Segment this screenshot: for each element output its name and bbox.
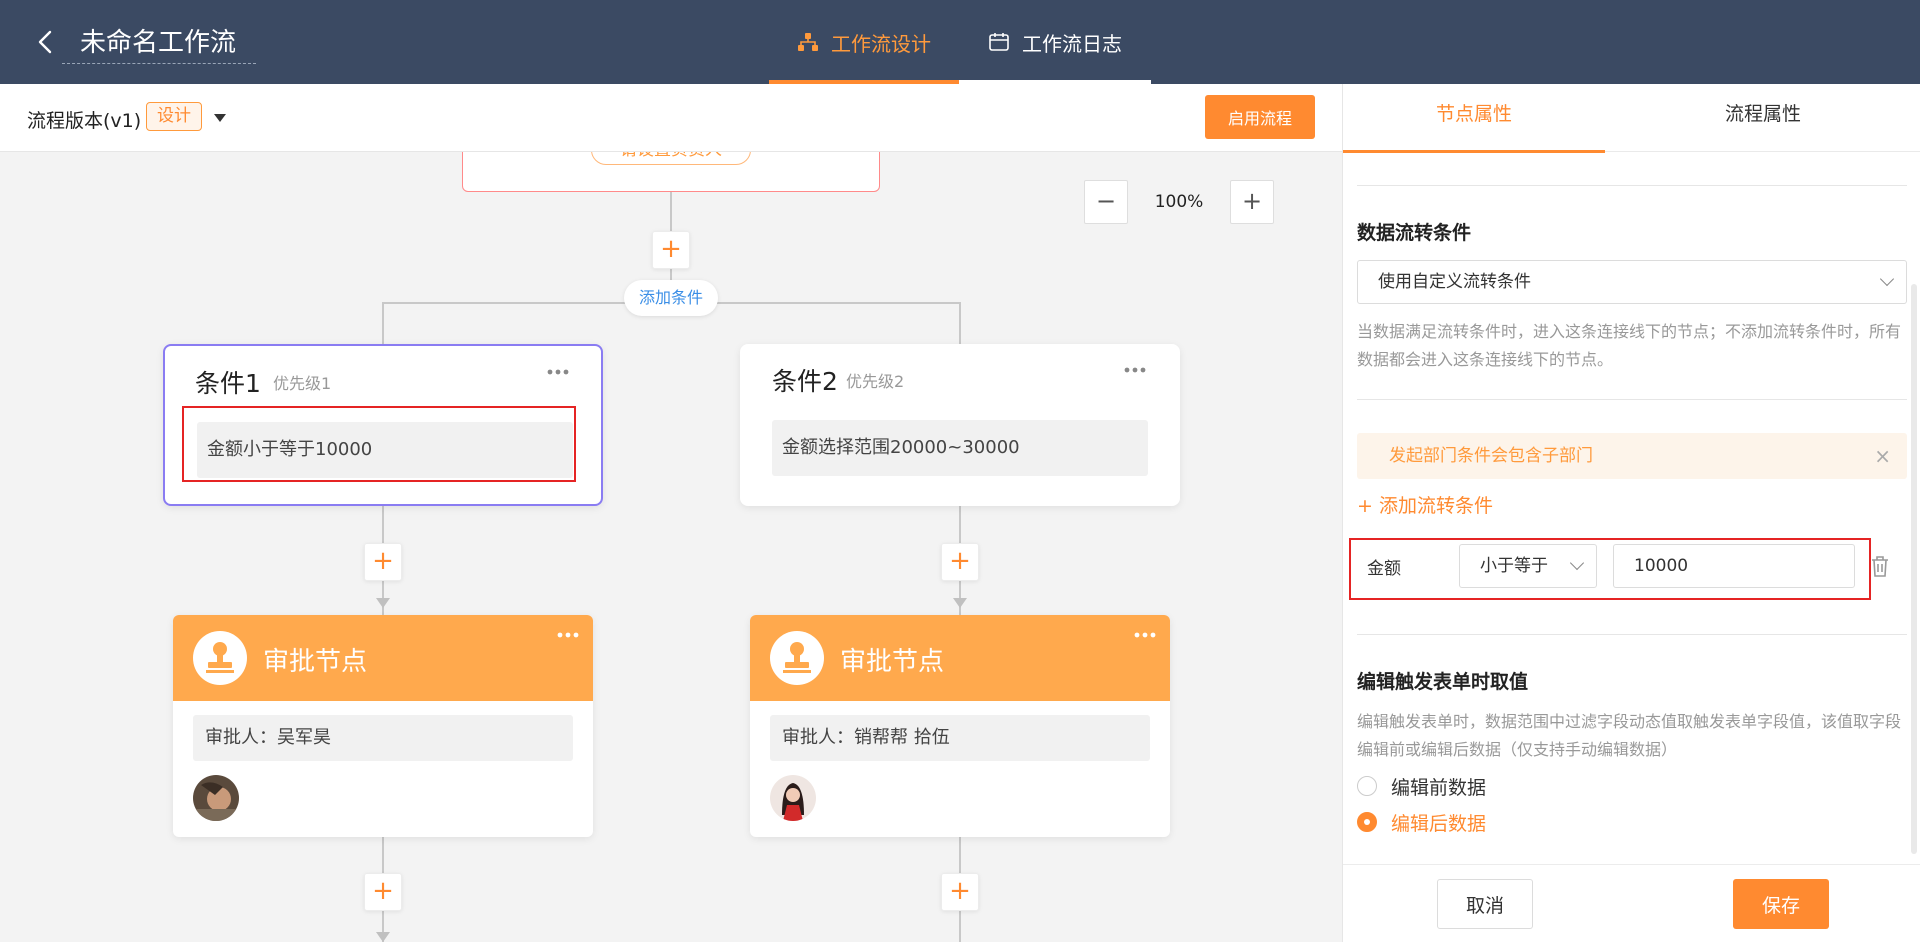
- tab-node-properties[interactable]: 节点属性: [1343, 84, 1605, 153]
- zoom-out-button[interactable]: −: [1084, 180, 1128, 224]
- chevron-down-icon: [1879, 271, 1895, 287]
- add-node-button[interactable]: +: [364, 543, 402, 581]
- approval-node-card-2[interactable]: 审批节点 审批人：销帮帮 拾伍: [750, 615, 1170, 837]
- property-panel: 节点属性 流程属性 数据流转条件 使用自定义流转条件 当数据满足流转条件时，进入…: [1342, 84, 1920, 942]
- start-node-card[interactable]: 请设置负责人: [462, 152, 880, 192]
- arrow-down-icon: [376, 598, 390, 608]
- panel-footer: 取消 保存: [1343, 864, 1920, 942]
- zoom-control: − 100% +: [1084, 180, 1274, 224]
- more-icon[interactable]: [545, 366, 571, 378]
- radio-label: 编辑前数据: [1391, 776, 1487, 799]
- flow-canvas[interactable]: 请设置负责人 + 添加条件 − 100% + 条件1 优先级1 金额小于等于10…: [0, 152, 1342, 942]
- notice-text: 发起部门条件会包含子部门: [1389, 446, 1593, 466]
- more-icon[interactable]: [1122, 364, 1148, 376]
- radio-checked[interactable]: [1357, 812, 1377, 832]
- caret-down-icon[interactable]: [214, 114, 226, 122]
- version-bar: 流程版本(v1) 设计 启用流程: [0, 84, 1342, 152]
- add-node-button[interactable]: +: [941, 543, 979, 581]
- panel-scrollbar[interactable]: [1911, 284, 1917, 854]
- add-node-button[interactable]: +: [652, 231, 690, 269]
- radio-before-edit[interactable]: 编辑前数据: [1357, 773, 1486, 799]
- trash-icon[interactable]: [1869, 554, 1891, 578]
- set-owner-pill[interactable]: 请设置负责人: [591, 152, 751, 165]
- flow-condition-hint: 当数据满足流转条件时，进入这条连接线下的节点；不添加流转条件时，所有数据都会进入…: [1357, 322, 1902, 369]
- edit-trigger-hint: 编辑触发表单时，数据范围中过滤字段动态值取触发表单字段值，该值取字段编辑前或编辑…: [1357, 712, 1902, 759]
- tab-workflow-log-label: 工作流日志: [1022, 31, 1122, 56]
- flow-condition-select-value: 使用自定义流转条件: [1378, 272, 1531, 292]
- divider: [1357, 399, 1907, 400]
- add-flow-condition-button[interactable]: + 添加流转条件: [1357, 491, 1493, 518]
- condition-title: 条件1: [195, 369, 261, 398]
- top-header: 未命名工作流 工作流设计 工作流日志: [0, 0, 1920, 84]
- highlight-box: [182, 406, 576, 482]
- condition-rule: 金额选择范围20000~30000: [772, 420, 1148, 476]
- sitemap-icon: [798, 33, 818, 51]
- panel-tabs: 节点属性 流程属性: [1343, 84, 1920, 153]
- add-node-button[interactable]: +: [941, 873, 979, 911]
- condition-title: 条件2: [772, 367, 838, 396]
- flow-condition-select[interactable]: 使用自定义流转条件: [1357, 260, 1907, 304]
- enable-workflow-button[interactable]: 启用流程: [1205, 95, 1315, 139]
- condition-priority: 优先级1: [273, 374, 332, 393]
- avatar: [193, 775, 239, 821]
- save-button[interactable]: 保存: [1733, 879, 1829, 929]
- add-condition-button[interactable]: 添加条件: [624, 280, 718, 316]
- tab-flow-properties[interactable]: 流程属性: [1605, 84, 1920, 152]
- add-node-button[interactable]: +: [364, 873, 402, 911]
- approval-title: 审批节点: [263, 647, 368, 677]
- sub-department-notice: 发起部门条件会包含子部门 ×: [1357, 433, 1907, 479]
- arrow-down-icon: [953, 598, 967, 608]
- version-label: 流程版本(v1): [27, 110, 142, 132]
- approval-header: 审批节点: [173, 615, 593, 701]
- condition-priority: 优先级2: [846, 372, 905, 391]
- chevron-left-icon: [38, 30, 52, 54]
- cancel-button[interactable]: 取消: [1437, 879, 1533, 929]
- approval-title: 审批节点: [840, 647, 945, 677]
- workflow-title[interactable]: 未命名工作流: [62, 22, 257, 64]
- condition-card-2[interactable]: 条件2 优先级2 金额选择范围20000~30000: [740, 344, 1180, 506]
- tab-workflow-log[interactable]: 工作流日志: [959, 0, 1151, 84]
- zoom-in-button[interactable]: +: [1230, 180, 1274, 224]
- highlight-box: [1349, 538, 1871, 600]
- calendar-icon: [989, 33, 1009, 51]
- stamp-icon: [770, 631, 824, 685]
- tab-workflow-design-label: 工作流设计: [831, 31, 931, 56]
- flow-condition-title: 数据流转条件: [1357, 222, 1472, 244]
- edit-trigger-title: 编辑触发表单时取值: [1357, 671, 1529, 693]
- approval-node-card-1[interactable]: 审批节点 审批人：吴军昊: [173, 615, 593, 837]
- radio-label: 编辑后数据: [1391, 812, 1487, 835]
- approver-text: 审批人：销帮帮 拾伍: [770, 715, 1150, 761]
- back-button[interactable]: [28, 24, 64, 60]
- arrow-down-icon: [376, 932, 390, 942]
- divider: [1357, 634, 1907, 635]
- more-icon[interactable]: [1132, 629, 1158, 641]
- approval-header: 审批节点: [750, 615, 1170, 701]
- stamp-icon: [193, 631, 247, 685]
- close-icon[interactable]: ×: [1874, 433, 1891, 479]
- approver-text: 审批人：吴军昊: [193, 715, 573, 761]
- divider: [1357, 185, 1907, 186]
- version-status-badge: 设计: [146, 102, 202, 131]
- radio-after-edit[interactable]: 编辑后数据: [1357, 809, 1486, 835]
- radio-unchecked[interactable]: [1357, 776, 1377, 796]
- tab-workflow-design[interactable]: 工作流设计: [769, 0, 959, 84]
- zoom-level: 100%: [1154, 192, 1204, 212]
- avatar: [770, 775, 816, 821]
- more-icon[interactable]: [555, 629, 581, 641]
